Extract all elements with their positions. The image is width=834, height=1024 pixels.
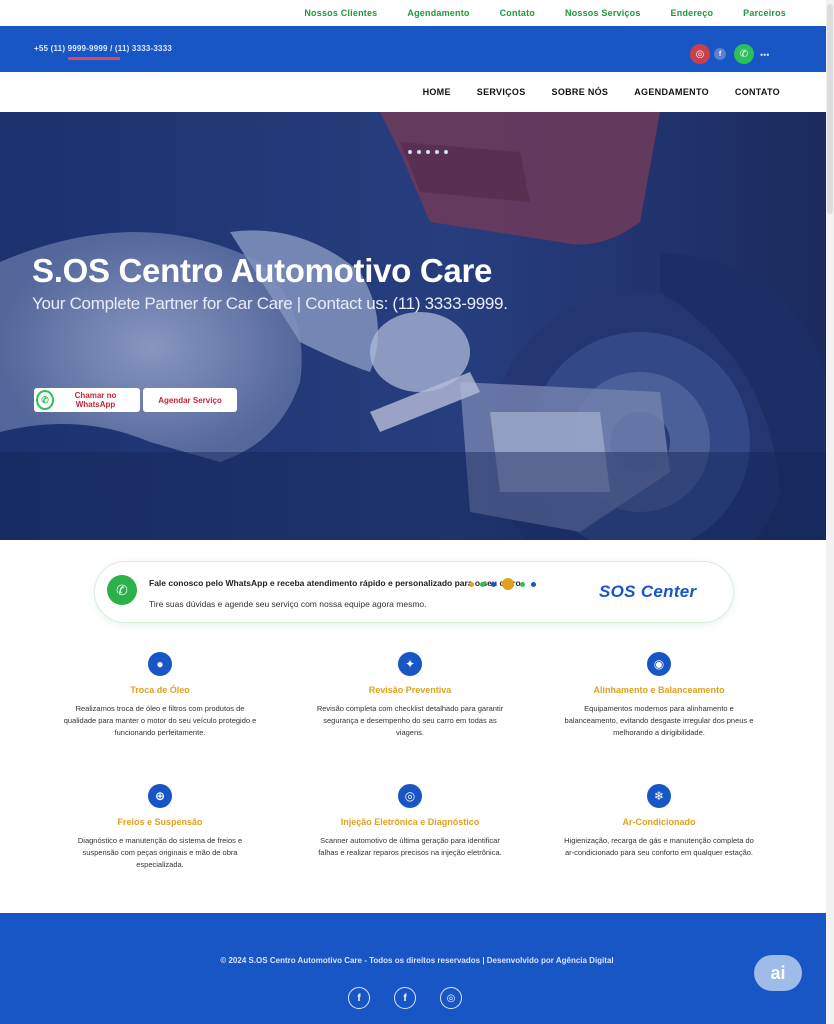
whatsapp-button-label: Chamar no WhatsApp <box>74 391 117 409</box>
service-desc: Scanner automotivo de última geração par… <box>318 836 502 857</box>
service-card: ✦ Revisão Preventiva Revisão completa co… <box>305 652 515 739</box>
hero-banner: S.OS Centro Automotivo Care Your Complet… <box>0 112 826 540</box>
service-card: ❄ Ar-Condicionado Higienização, recarga … <box>554 784 764 859</box>
service-title: Troca de Óleo <box>130 685 190 695</box>
top-link-services[interactable]: Nossos Serviços <box>565 8 641 18</box>
hero-title: S.OS Centro Automotivo Care <box>32 252 493 289</box>
whatsapp-icon: ✆ <box>36 390 54 410</box>
carousel-dot[interactable] <box>426 150 430 154</box>
ai-chat-badge[interactable]: ai <box>754 955 802 991</box>
brake-icon: ⊕ <box>148 784 172 808</box>
main-nav: HOME SERVIÇOS SOBRE NÓS AGENDAMENTO CONT… <box>0 72 826 112</box>
service-card: ◉ Alinhamento e Balanceamento Equipament… <box>554 652 764 739</box>
service-title: Freios e Suspensão <box>117 817 203 827</box>
ac-icon: ❄ <box>647 784 671 808</box>
facebook-icon[interactable]: f <box>348 987 370 1009</box>
service-title: Injeção Eletrônica e Diagnóstico <box>340 817 480 827</box>
contact-bar: +55 (11) 9999-9999 / (11) 3333-3333 ◎ f … <box>0 26 826 72</box>
whatsapp-icon[interactable]: ✆ <box>734 44 754 64</box>
promo-brand: SOS Center <box>599 582 697 601</box>
footer: © 2024 S.OS Centro Automotivo Care - Tod… <box>0 913 826 1024</box>
carousel-dot[interactable] <box>408 150 412 154</box>
nav-contact[interactable]: CONTATO <box>735 87 780 97</box>
footer-copyright: © 2024 S.OS Centro Automotivo Care - Tod… <box>220 956 614 965</box>
whatsapp-icon[interactable]: ✆ <box>107 575 137 605</box>
top-link-scheduling[interactable]: Agendamento <box>407 8 469 18</box>
nav-home[interactable]: HOME <box>423 87 451 97</box>
service-desc: Equipamentos modernos para alinhamento e… <box>564 704 754 737</box>
promo-line-1: Fale conosco pelo WhatsApp e receba aten… <box>149 578 521 588</box>
footer-socials: f f ◎ <box>348 987 462 1009</box>
service-desc: Revisão completa com checklist detalhado… <box>316 704 504 737</box>
oil-icon: ● <box>148 652 172 676</box>
more-icon[interactable]: ••• <box>760 50 769 60</box>
service-card: ◎ Injeção Eletrônica e Diagnóstico Scann… <box>305 784 515 859</box>
facebook-icon[interactable]: f <box>394 987 416 1009</box>
instagram-icon[interactable]: ◎ <box>690 44 710 64</box>
service-card: ● Troca de Óleo Realizamos troca de óleo… <box>55 652 265 739</box>
nav-about[interactable]: SOBRE NÓS <box>552 87 609 97</box>
service-title: Revisão Preventiva <box>368 685 452 695</box>
carousel-dot[interactable] <box>417 150 421 154</box>
decorative-dots <box>469 578 536 590</box>
service-title: Alinhamento e Balanceamento <box>593 685 725 695</box>
instagram-icon[interactable]: ◎ <box>440 987 462 1009</box>
top-link-contact[interactable]: Contato <box>500 8 535 18</box>
hero-background-image <box>0 112 826 540</box>
top-link-partners[interactable]: Parceiros <box>743 8 786 18</box>
top-link-address[interactable]: Endereço <box>671 8 714 18</box>
service-desc: Diagnóstico e manutenção do sistema de f… <box>77 836 243 869</box>
facebook-icon[interactable]: f <box>714 48 726 60</box>
promo-line-2: Tire suas dúvidas e agende seu serviço c… <box>149 599 427 609</box>
carousel-dots[interactable] <box>408 150 448 154</box>
phone-underline <box>68 57 120 60</box>
top-utility-links: Nossos Clientes Agendamento Contato Noss… <box>0 0 826 26</box>
nav-services[interactable]: SERVIÇOS <box>477 87 526 97</box>
wrench-icon: ✦ <box>398 652 422 676</box>
service-desc: Higienização, recarga de gás e manutençã… <box>564 836 754 857</box>
phone-number: +55 (11) 9999-9999 / (11) 3333-3333 <box>34 44 172 53</box>
nav-scheduling[interactable]: AGENDAMENTO <box>634 87 709 97</box>
service-title: Ar-Condicionado <box>622 817 696 827</box>
whatsapp-button[interactable]: ✆ Chamar no WhatsApp <box>34 388 140 412</box>
page-scrollbar[interactable] <box>826 0 834 1024</box>
service-desc: Realizamos troca de óleo e filtros com p… <box>63 704 257 737</box>
scrollbar-thumb[interactable] <box>827 4 833 214</box>
whatsapp-promo-band[interactable]: ✆ Fale conosco pelo WhatsApp e receba at… <box>94 561 734 623</box>
schedule-button[interactable]: Agendar Serviço <box>143 388 237 412</box>
tire-icon: ◉ <box>647 652 671 676</box>
scanner-icon: ◎ <box>398 784 422 808</box>
top-link-clients[interactable]: Nossos Clientes <box>304 8 377 18</box>
carousel-dot[interactable] <box>435 150 439 154</box>
hero-tagline: Your Complete Partner for Car Care | Con… <box>32 294 508 313</box>
service-card: ⊕ Freios e Suspensão Diagnóstico e manut… <box>55 784 265 871</box>
carousel-dot[interactable] <box>444 150 448 154</box>
